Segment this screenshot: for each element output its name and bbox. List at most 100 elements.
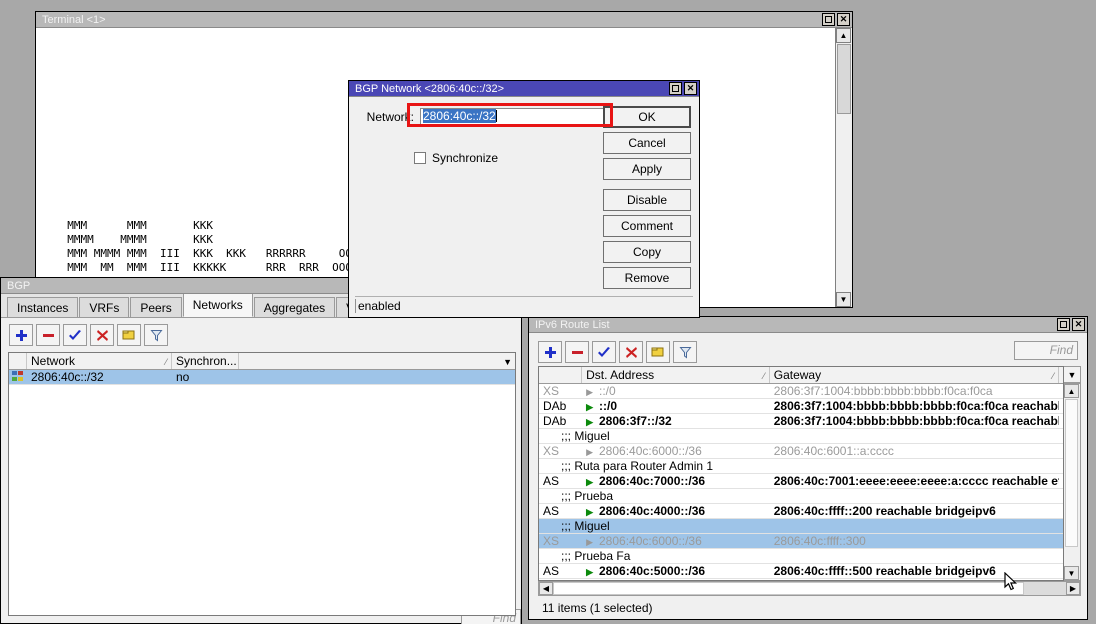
route-arrow-icon: ▶ bbox=[586, 402, 593, 412]
remove-icon[interactable] bbox=[565, 341, 589, 363]
cancel-button[interactable]: Cancel bbox=[603, 132, 691, 154]
table-row[interactable]: DAb▶2806:3f7::/322806:3f7:1004:bbbb:bbbb… bbox=[539, 414, 1063, 429]
col-network[interactable]: Network ⁄ bbox=[27, 353, 172, 369]
comment-button[interactable]: Comment bbox=[603, 215, 691, 237]
network-input[interactable]: 2806:40c::/32 bbox=[420, 108, 604, 125]
col-flags[interactable] bbox=[9, 353, 27, 369]
table-row[interactable]: 2806:40c::/32 no bbox=[9, 370, 515, 385]
terminal-vertical-scrollbar[interactable]: ▲ ▼ bbox=[835, 28, 852, 307]
scroll-down-icon[interactable]: ▼ bbox=[836, 292, 851, 307]
table-row[interactable]: XS▶2806:40c:6000::/362806:40c:6001::a:cc… bbox=[539, 444, 1063, 459]
cell-gateway: 2806:40c:ffff::500 reachable bridgeipv6 bbox=[770, 564, 1059, 578]
synchronize-checkbox[interactable] bbox=[414, 152, 426, 164]
tab-instances[interactable]: Instances bbox=[7, 297, 78, 317]
cell-flags: AS bbox=[539, 504, 582, 518]
scroll-down-icon[interactable]: ▼ bbox=[1064, 566, 1079, 580]
apply-button[interactable]: Apply bbox=[603, 158, 691, 180]
bgp-networks-table[interactable]: Network ⁄ Synchron... ▼ 2806:40c::/32 no bbox=[8, 352, 516, 616]
cell-flags: XS bbox=[539, 384, 582, 398]
hscroll-track[interactable] bbox=[553, 582, 1024, 595]
table-row[interactable]: XS▶::/02806:3f7:1004:bbbb:bbbb:bbbb:f0ca… bbox=[539, 384, 1063, 399]
cell-distance bbox=[1059, 504, 1063, 518]
filter-icon[interactable] bbox=[673, 341, 697, 363]
terminal-title: Terminal <1> bbox=[42, 12, 822, 28]
tab-networks[interactable]: Networks bbox=[183, 294, 253, 317]
desktop: Terminal <1> ✕ MMM MMM KKK MMMM MMMM KKK… bbox=[0, 0, 1096, 624]
disable-button[interactable]: Disable bbox=[603, 189, 691, 211]
ok-button[interactable]: OK bbox=[603, 106, 691, 128]
route-titlebar[interactable]: IPv6 Route List ✕ bbox=[529, 317, 1087, 333]
route-status-bar: 11 items (1 selected) bbox=[538, 600, 653, 616]
synchronize-row[interactable]: Synchronize bbox=[414, 151, 498, 165]
route-arrow-icon: ▶ bbox=[586, 417, 593, 427]
maximize-icon[interactable] bbox=[1057, 318, 1070, 331]
close-icon[interactable]: ✕ bbox=[837, 13, 850, 26]
tab-aggregates[interactable]: Aggregates bbox=[254, 297, 335, 317]
disable-icon[interactable] bbox=[90, 324, 114, 346]
route-horizontal-scrollbar[interactable]: ◀ ▶ bbox=[538, 581, 1081, 596]
tab-peers[interactable]: Peers bbox=[130, 297, 181, 317]
close-icon[interactable]: ✕ bbox=[684, 82, 697, 95]
terminal-titlebar[interactable]: Terminal <1> ✕ bbox=[36, 12, 852, 28]
table-row[interactable]: XS▶2806:40c:6000::/362806:40c:ffff::300 bbox=[539, 534, 1063, 549]
dialog-titlebar[interactable]: BGP Network <2806:40c::/32> ✕ bbox=[349, 81, 699, 97]
chevron-down-icon[interactable]: ▼ bbox=[1064, 366, 1081, 383]
scrollbar-thumb[interactable] bbox=[837, 44, 851, 114]
cell-flags: DAb bbox=[539, 414, 582, 428]
table-row[interactable]: AS▶2806:40c:4000::/362806:40c:ffff::200 … bbox=[539, 504, 1063, 519]
table-row[interactable]: AS▶2806:40c:7000::/362806:40c:7001:eeee:… bbox=[539, 474, 1063, 489]
comment-text: ;;; Miguel bbox=[539, 519, 1063, 533]
close-icon[interactable]: ✕ bbox=[1072, 318, 1085, 331]
comment-icon[interactable] bbox=[117, 324, 141, 346]
route-find-input[interactable]: Find bbox=[1014, 341, 1078, 360]
cell-dst-address: ▶2806:40c:6000::/36 bbox=[582, 534, 770, 548]
enable-icon[interactable] bbox=[63, 324, 87, 346]
filter-icon[interactable] bbox=[144, 324, 168, 346]
scroll-left-icon[interactable]: ◀ bbox=[539, 582, 553, 595]
remove-button[interactable]: Remove bbox=[603, 267, 691, 289]
comment-icon[interactable] bbox=[646, 341, 670, 363]
route-table-header: Dst. Address ⁄ Gateway ⁄ Distance bbox=[539, 367, 1063, 384]
route-arrow-icon: ▶ bbox=[586, 387, 593, 397]
col-flags[interactable] bbox=[539, 367, 582, 383]
comment-row[interactable]: ;;; Prueba Fa bbox=[539, 549, 1063, 564]
table-row[interactable]: AS▶2806:40c:5000::/362806:40c:ffff::500 … bbox=[539, 564, 1063, 579]
chevron-down-icon[interactable]: ▼ bbox=[503, 354, 512, 369]
bgp-window[interactable]: BGP Instances VRFs Peers Networks Aggreg… bbox=[0, 277, 522, 624]
remove-icon[interactable] bbox=[36, 324, 60, 346]
add-icon[interactable] bbox=[538, 341, 562, 363]
scrollbar-thumb[interactable] bbox=[1065, 399, 1078, 547]
cell-gateway: 2806:3f7:1004:bbbb:bbbb:bbbb:f0ca:f0ca r… bbox=[770, 414, 1059, 428]
route-arrow-icon: ▶ bbox=[586, 507, 593, 517]
comment-row[interactable]: ;;; Miguel bbox=[539, 519, 1063, 534]
cell-gateway: 2806:3f7:1004:bbbb:bbbb:bbbb:f0ca:f0ca bbox=[770, 384, 1059, 398]
route-vertical-scrollbar[interactable]: ▲ ▼ bbox=[1064, 383, 1081, 581]
route-arrow-icon: ▶ bbox=[586, 567, 593, 577]
comment-row[interactable]: ;;; Ruta para Router Admin 1 bbox=[539, 459, 1063, 474]
scroll-up-icon[interactable]: ▲ bbox=[1064, 384, 1079, 398]
dialog-title: BGP Network <2806:40c::/32> bbox=[355, 81, 669, 97]
maximize-icon[interactable] bbox=[669, 82, 682, 95]
comment-text: ;;; Ruta para Router Admin 1 bbox=[539, 459, 1063, 473]
add-icon[interactable] bbox=[9, 324, 33, 346]
bgp-table-header: Network ⁄ Synchron... ▼ bbox=[9, 353, 515, 370]
table-row[interactable]: DAb▶::/02806:3f7:1004:bbbb:bbbb:bbbb:f0c… bbox=[539, 399, 1063, 414]
col-gateway[interactable]: Gateway ⁄ bbox=[770, 367, 1059, 383]
tab-vrfs[interactable]: VRFs bbox=[79, 297, 129, 317]
comment-row[interactable]: ;;; Prueba bbox=[539, 489, 1063, 504]
ipv6-route-list-window[interactable]: IPv6 Route List ✕ bbox=[528, 316, 1088, 620]
comment-text: ;;; Prueba bbox=[539, 489, 1063, 503]
scroll-right-icon[interactable]: ▶ bbox=[1066, 582, 1080, 595]
enable-icon[interactable] bbox=[592, 341, 616, 363]
cell-synchronize: no bbox=[172, 370, 239, 384]
route-table[interactable]: Dst. Address ⁄ Gateway ⁄ Distance XS▶::/… bbox=[538, 366, 1064, 581]
disable-icon[interactable] bbox=[619, 341, 643, 363]
col-dst-address[interactable]: Dst. Address ⁄ bbox=[582, 367, 770, 383]
bgp-network-dialog[interactable]: BGP Network <2806:40c::/32> ✕ Network: 2… bbox=[348, 80, 700, 318]
col-distance[interactable]: Distance bbox=[1059, 367, 1063, 383]
col-synchronize[interactable]: Synchron... bbox=[172, 353, 239, 369]
maximize-icon[interactable] bbox=[822, 13, 835, 26]
comment-row[interactable]: ;;; Miguel bbox=[539, 429, 1063, 444]
scroll-up-icon[interactable]: ▲ bbox=[836, 28, 851, 43]
copy-button[interactable]: Copy bbox=[603, 241, 691, 263]
